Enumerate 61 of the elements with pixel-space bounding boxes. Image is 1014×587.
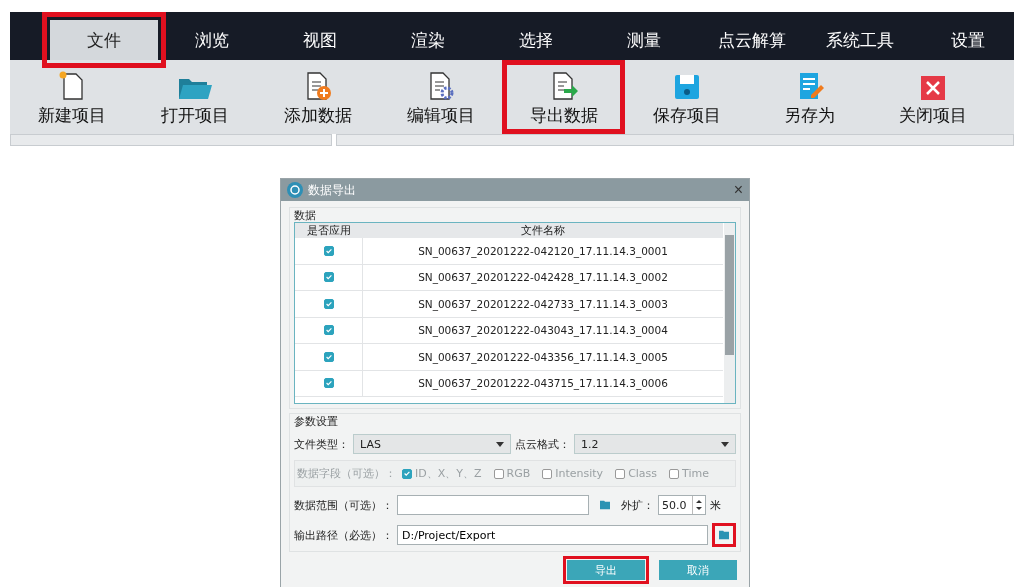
browse-button[interactable] — [712, 523, 736, 547]
dropdown-caret-icon — [496, 441, 504, 447]
checkbox[interactable] — [323, 298, 334, 309]
column-header: 是否应用 — [305, 223, 352, 238]
table-cell-text: SN_00637_20201222-043043_17.11.14.3_0004 — [417, 324, 669, 337]
menu-tab[interactable]: 选择 — [482, 20, 590, 60]
field-label: 外扩： — [621, 497, 654, 513]
folder-icon — [599, 500, 611, 510]
unit-label: 米 — [710, 497, 721, 513]
column-header: 文件名称 — [519, 223, 566, 238]
checkbox-label: ID、X、Y、Z — [415, 466, 482, 481]
menu-tab[interactable]: 视图 — [266, 20, 374, 60]
field-label: 数据范围（可选）： — [294, 497, 393, 513]
app-logo-icon — [287, 182, 303, 198]
checkbox[interactable] — [323, 272, 334, 283]
checkbox[interactable] — [323, 325, 334, 336]
group-title: 数据 — [294, 208, 316, 223]
field-label: 点云格式： — [515, 436, 570, 452]
close-icon — [919, 75, 946, 101]
field-label: 文件类型： — [294, 436, 349, 452]
field-label: 输出路径（必选）： — [294, 527, 393, 543]
toolbar-button[interactable]: 关闭项目 — [871, 60, 994, 134]
output-path-input[interactable]: D:/Project/Export — [397, 525, 708, 545]
checkbox-label: Class — [628, 467, 658, 480]
toolbar-button[interactable]: 打开项目 — [133, 60, 256, 134]
toolbar-button[interactable]: 新建项目 — [10, 60, 133, 134]
menu-tab[interactable]: 系统工具 — [806, 20, 914, 60]
folder-icon — [718, 530, 730, 540]
toolbar-button[interactable]: 编辑项目 — [379, 60, 502, 134]
table-cell-text: SN_00637_20201222-043356_17.11.14.3_0005 — [417, 350, 669, 363]
format-dropdown[interactable]: 1.2 — [574, 434, 736, 454]
toolbar-button[interactable]: 导出数据 — [502, 60, 625, 134]
menu-tab[interactable]: 浏览 — [158, 20, 266, 60]
toolbar-button[interactable]: 保存项目 — [625, 60, 748, 134]
checkbox-label: RGB — [506, 467, 531, 480]
range-input[interactable] — [397, 495, 589, 515]
checkbox[interactable] — [323, 351, 334, 362]
table-cell-text: SN_00637_20201222-042428_17.11.14.3_0002 — [417, 271, 669, 284]
dialog-title: 数据导出 — [308, 181, 357, 199]
menu-tab[interactable]: 渲染 — [374, 20, 482, 60]
checkbox-label: Time — [682, 467, 709, 480]
menu-tab[interactable]: 测量 — [590, 20, 698, 60]
checkbox[interactable] — [323, 378, 334, 389]
toolbar-button[interactable]: 另存为 — [748, 60, 871, 134]
table-cell-text: SN_00637_20201222-042733_17.11.14.3_0003 — [417, 297, 669, 310]
checkbox-label: Intensity — [555, 467, 604, 480]
dropdown-caret-icon — [721, 441, 729, 447]
table-cell-text: SN_00637_20201222-043715_17.11.14.3_0006 — [417, 377, 669, 390]
checkbox[interactable] — [323, 245, 334, 256]
toolbar-button[interactable]: 添加数据 — [256, 60, 379, 134]
scrollbar[interactable] — [724, 223, 735, 403]
expand-spinbox[interactable]: 50.0 — [658, 495, 706, 515]
spinner-arrows-icon[interactable] — [695, 498, 703, 512]
close-button[interactable]: × — [727, 181, 749, 199]
group-title: 参数设置 — [294, 414, 338, 429]
menu-tab[interactable]: 点云解算 — [698, 20, 806, 60]
field-label: 数据字段（可选）： — [297, 466, 396, 481]
menu-tab[interactable]: 设置 — [914, 20, 1014, 60]
new-document-icon — [57, 71, 86, 101]
file-type-dropdown[interactable]: LAS — [353, 434, 511, 454]
table-cell-text: SN_00637_20201222-042120_17.11.14.3_0001 — [417, 244, 669, 257]
